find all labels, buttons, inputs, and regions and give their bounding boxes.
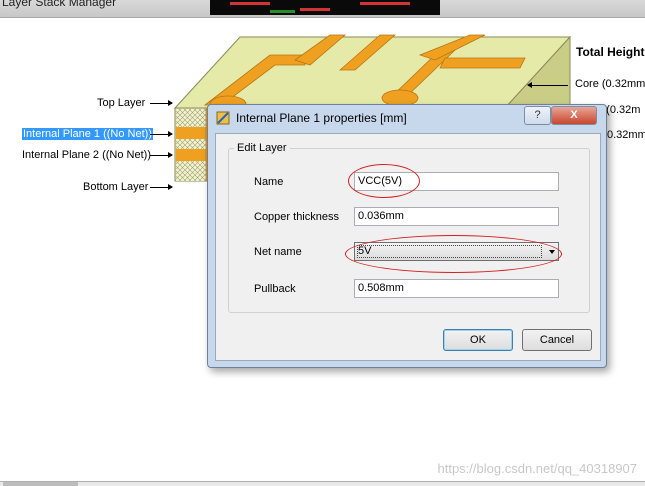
dialog-app-icon (216, 111, 230, 125)
net-name-label: Net name (254, 246, 302, 258)
close-button[interactable]: X (551, 106, 597, 125)
group-title: Edit Layer (234, 142, 290, 154)
label-bottom-layer[interactable]: Bottom Layer (83, 181, 148, 193)
arrow-core (527, 82, 568, 88)
cancel-button[interactable]: Cancel (522, 329, 592, 351)
dialog-client-area: Edit Layer Name VCC(5V) Copper thickness… (215, 133, 601, 361)
watermark: https://blog.csdn.net/qq_40318907 (437, 461, 638, 476)
arrow-internal-plane-2 (150, 152, 173, 158)
name-label: Name (254, 176, 284, 188)
help-button[interactable]: ? (524, 106, 551, 125)
internal-plane-properties-dialog: Internal Plane 1 properties [mm] ? X Edi… (207, 104, 607, 368)
copper-thickness-field[interactable]: 0.036mm (354, 207, 559, 226)
label-core[interactable]: Core (0.32mm) (575, 78, 645, 90)
label-total-height: Total Height (576, 45, 645, 59)
arrow-top-layer (150, 100, 173, 106)
label-internal-plane-1[interactable]: Internal Plane 1 ((No Net)) (22, 128, 153, 140)
dialog-title: Internal Plane 1 properties [mm] (236, 111, 407, 125)
pullback-field[interactable]: 0.508mm (354, 279, 559, 298)
ok-button[interactable]: OK (443, 329, 513, 351)
net-name-select[interactable]: 5V (354, 242, 559, 261)
label-top-layer[interactable]: Top Layer (97, 97, 145, 109)
horizontal-scrollbar[interactable] (0, 481, 645, 486)
arrow-bottom-layer (150, 184, 173, 190)
chevron-down-icon[interactable] (549, 250, 555, 254)
label-partial-2[interactable]: 0.32mm) (607, 129, 645, 141)
label-internal-plane-2[interactable]: Internal Plane 2 ((No Net)) (22, 149, 151, 161)
pullback-label: Pullback (254, 283, 296, 295)
edit-layer-group: Edit Layer Name VCC(5V) Copper thickness… (228, 142, 590, 313)
name-field[interactable]: VCC(5V) (354, 172, 559, 191)
copper-thickness-label: Copper thickness (254, 211, 339, 223)
arrow-internal-plane-1 (150, 131, 173, 137)
